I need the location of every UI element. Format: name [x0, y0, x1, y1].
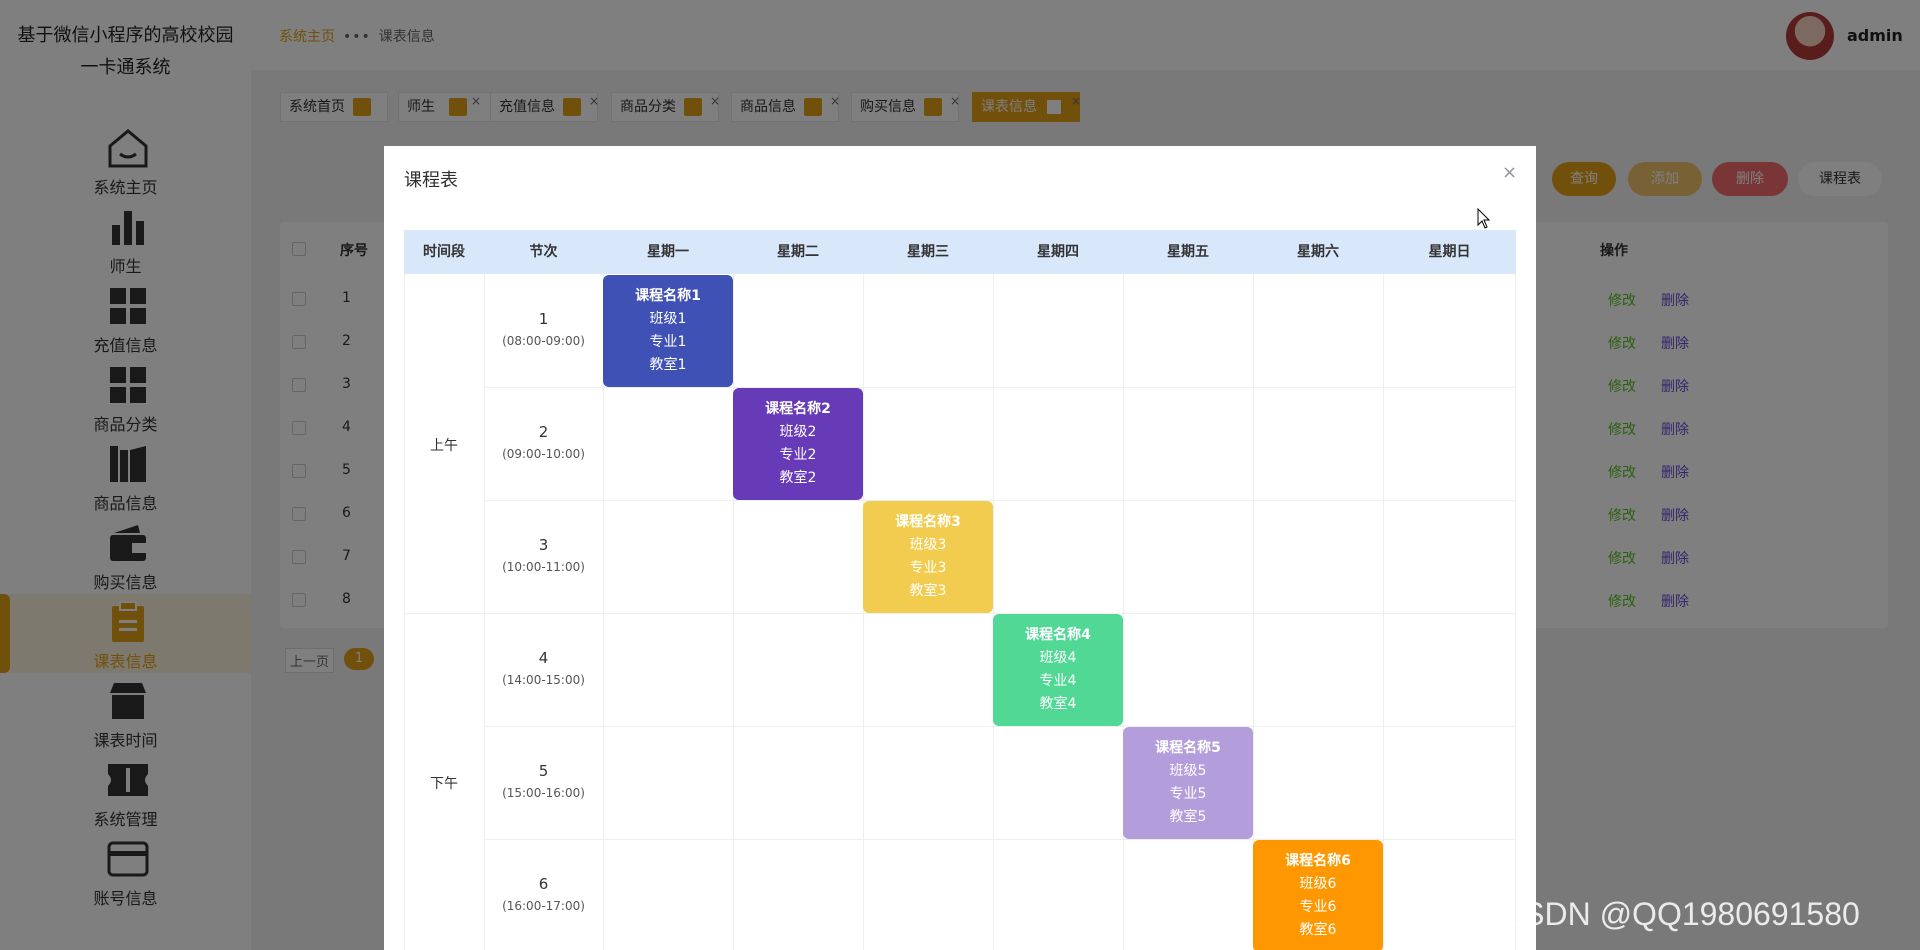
course-class: 班级6 [1299, 876, 1337, 892]
header-tuesday: 星期二 [777, 244, 819, 260]
course-name: 课程名称6 [1285, 853, 1351, 869]
header-monday: 星期一 [647, 244, 689, 260]
course-major: 专业3 [909, 560, 947, 576]
header-slot: 节次 [529, 244, 558, 260]
slot-cell: 4 (14:00-15:00) [484, 613, 603, 726]
course-class: 班级5 [1169, 763, 1207, 779]
header-period: 时间段 [423, 244, 465, 260]
course-major: 专业5 [1169, 786, 1207, 802]
course-class: 班级3 [909, 537, 947, 553]
slot-cell: 5 (15:00-16:00) [484, 726, 603, 839]
grid-line [1123, 274, 1124, 950]
slot-time: (10:00-11:00) [502, 560, 585, 574]
grid-line [484, 726, 1516, 727]
course-name: 课程名称2 [765, 401, 831, 417]
course-major: 专业2 [779, 447, 817, 463]
slot-time: (08:00-09:00) [502, 334, 585, 348]
course-class: 班级4 [1039, 650, 1077, 666]
course-card[interactable]: 课程名称4 班级4 专业4 教室4 [993, 614, 1123, 726]
modal-title: 课程表 [404, 170, 458, 191]
course-class: 班级1 [649, 311, 687, 327]
course-name: 课程名称4 [1025, 627, 1091, 643]
course-class: 班级2 [779, 424, 817, 440]
period-morning: 上午 [430, 438, 458, 454]
slot-cell: 3 (10:00-11:00) [484, 500, 603, 613]
slot-cell: 6 (16:00-17:00) [484, 839, 603, 950]
grid-line [404, 274, 405, 950]
slot-number: 4 [538, 649, 549, 667]
course-major: 专业6 [1299, 899, 1337, 915]
schedule-modal: 课程表 × 时间段 节次 星期一 星期二 星期三 星期四 星期五 星期六 星期日 [384, 146, 1536, 950]
slot-number: 6 [538, 875, 549, 893]
mouse-cursor-icon [1477, 208, 1491, 229]
period-afternoon: 下午 [430, 776, 458, 792]
grid-line [733, 274, 734, 950]
header-wednesday: 星期三 [907, 244, 949, 260]
close-icon[interactable]: × [1502, 162, 1517, 183]
header-thursday: 星期四 [1037, 244, 1079, 260]
grid-line [863, 274, 864, 950]
course-room: 教室3 [909, 583, 947, 599]
course-card[interactable]: 课程名称2 班级2 专业2 教室2 [733, 388, 863, 500]
grid-line [1383, 274, 1384, 950]
slot-time: (14:00-15:00) [502, 673, 585, 687]
course-name: 课程名称1 [635, 288, 701, 304]
course-room: 教室2 [779, 470, 817, 486]
slot-number: 3 [538, 536, 549, 554]
course-major: 专业1 [649, 334, 687, 350]
course-card[interactable]: 课程名称6 班级6 专业6 教室6 [1253, 840, 1383, 950]
grid-line [484, 500, 1516, 501]
header-friday: 星期五 [1167, 244, 1209, 260]
course-card[interactable]: 课程名称1 班级1 专业1 教室1 [603, 275, 733, 387]
grid-line [484, 387, 1516, 388]
course-room: 教室4 [1039, 696, 1077, 712]
course-room: 教室1 [649, 357, 687, 373]
schedule-header: 时间段 节次 星期一 星期二 星期三 星期四 星期五 星期六 星期日 [404, 230, 1516, 274]
course-card[interactable]: 课程名称5 班级5 专业5 教室5 [1123, 727, 1253, 839]
header-sunday: 星期日 [1428, 244, 1471, 260]
slot-number: 1 [538, 310, 549, 328]
course-name: 课程名称5 [1155, 740, 1221, 756]
slot-time: (09:00-10:00) [502, 447, 585, 461]
course-name: 课程名称3 [895, 514, 961, 530]
slot-cell: 2 (09:00-10:00) [484, 387, 603, 500]
course-room: 教室5 [1169, 809, 1207, 825]
slot-number: 5 [538, 762, 549, 780]
watermark: CSDN @QQ1980691580 [1500, 896, 1860, 932]
grid-line [1515, 274, 1516, 950]
slot-cell: 1 (08:00-09:00) [484, 274, 603, 387]
course-room: 教室6 [1299, 922, 1337, 938]
grid-line [993, 274, 994, 950]
course-card[interactable]: 课程名称3 班级3 专业3 教室3 [863, 501, 993, 613]
slot-number: 2 [538, 423, 549, 441]
header-saturday: 星期六 [1297, 244, 1339, 260]
course-major: 专业4 [1039, 673, 1077, 689]
slot-time: (15:00-16:00) [502, 786, 585, 800]
slot-time: (16:00-17:00) [502, 899, 585, 913]
